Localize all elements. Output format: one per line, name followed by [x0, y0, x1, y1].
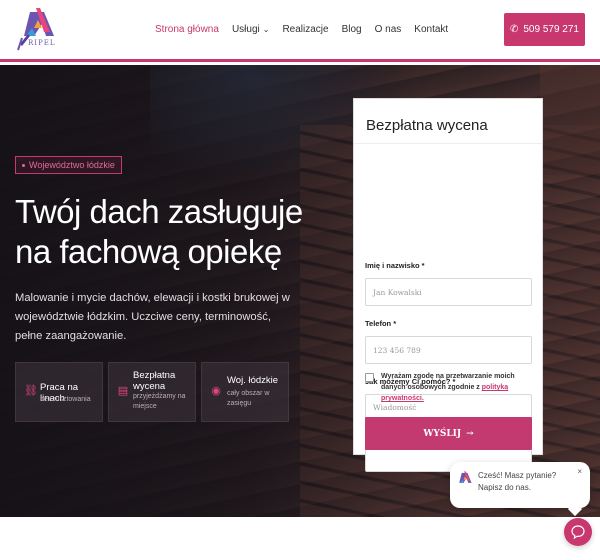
- site-header: RIPEL Strona główna Usługi ⌄ Realizacje B…: [0, 0, 600, 62]
- hero-title-line1: Twój dach zasługuje: [15, 193, 303, 230]
- name-field[interactable]: Jan Kowalski: [365, 278, 532, 306]
- nav-item-about[interactable]: O nas: [375, 24, 402, 35]
- map-pin-icon: ◉: [211, 385, 221, 397]
- badge-dot-icon: [22, 163, 25, 167]
- phone-button[interactable]: ✆ 509 579 271: [504, 13, 585, 46]
- hero-title: Twój dach zasługuje na fachową opiekę: [15, 192, 315, 272]
- nav-item-contact[interactable]: Kontakt: [414, 24, 448, 35]
- consent-checkbox[interactable]: [365, 373, 374, 382]
- submit-button[interactable]: WYŚLIJ →: [365, 417, 532, 450]
- message-placeholder: Wiadomość: [373, 403, 417, 412]
- feature-title: Bezpłatna wycena: [133, 370, 176, 392]
- nav-item-services[interactable]: Usługi ⌄: [232, 24, 270, 35]
- feature-card-estimate: ▤ Bezpłatna wycena przyjeżdżamy na miejs…: [108, 362, 196, 422]
- phone-field[interactable]: 123 456 789: [365, 336, 532, 364]
- chat-logo-icon: [459, 471, 472, 483]
- brand-logo-text: RIPEL: [28, 39, 56, 47]
- rope-icon: ⛓: [24, 385, 38, 397]
- arrow-right-icon: →: [466, 428, 474, 439]
- feature-subtitle: cały obszar w zasięgu: [227, 390, 270, 407]
- feature-subtitle: bez rusztowania: [40, 396, 91, 403]
- name-label: Imię i nazwisko *: [365, 261, 425, 270]
- phone-number: 509 579 271: [523, 24, 579, 35]
- nav-item-realizations[interactable]: Realizacje: [282, 24, 328, 35]
- phone-placeholder: 123 456 789: [373, 345, 421, 355]
- chat-icon: [571, 525, 585, 539]
- feature-card-region: ◉ Woj. łódzkie cały obszar w zasięgu: [201, 362, 289, 422]
- consent-text: Wyrażam zgodę na przetwarzanie moich dan…: [381, 371, 537, 404]
- nav-item-blog[interactable]: Blog: [342, 24, 362, 35]
- main-nav: Strona główna Usługi ⌄ Realizacje Blog O …: [155, 24, 461, 35]
- name-placeholder: Jan Kowalski: [373, 287, 422, 297]
- clipboard-icon: ▤: [117, 385, 129, 397]
- feature-subtitle: przyjeżdżamy na miejsce: [133, 393, 186, 410]
- feature-cards: ⛓ Praca na linach bez rusztowania ▤ Bezp…: [15, 362, 289, 422]
- region-badge-text: Województwo łódzkie: [29, 160, 115, 170]
- nav-item-services-label: Usługi: [231, 24, 260, 35]
- chevron-down-icon: ⌄: [262, 25, 270, 34]
- close-icon[interactable]: ×: [577, 467, 582, 476]
- form-divider: [354, 143, 542, 144]
- chat-open-button[interactable]: [564, 518, 592, 546]
- chat-bubble[interactable]: Cześć! Masz pytanie? Napisz do nas. ×: [450, 462, 590, 517]
- quote-form: Bezpłatna wycena Imię i nazwisko * Jan K…: [353, 98, 543, 472]
- hero-background-chimney: [540, 65, 600, 175]
- chat-text: Cześć! Masz pytanie? Napisz do nas.: [478, 470, 556, 494]
- feature-card-ropes: ⛓ Praca na linach bez rusztowania: [15, 362, 103, 422]
- chat-line2: Napisz do nas.: [478, 483, 531, 492]
- nav-item-home[interactable]: Strona główna: [155, 24, 219, 35]
- feature-title: Woj. łódzkie: [227, 375, 279, 386]
- hero-description: Malowanie i mycie dachów, elewacji i kos…: [15, 292, 290, 342]
- phone-label: Telefon *: [365, 319, 397, 328]
- hero-title-line2: na fachową opiekę: [15, 233, 282, 270]
- region-badge: Województwo łódzkie: [15, 156, 122, 174]
- chat-line1: Cześć! Masz pytanie?: [478, 471, 557, 480]
- submit-label: WYŚLIJ: [423, 428, 462, 439]
- form-title: Bezpłatna wycena: [366, 117, 488, 134]
- phone-icon: ✆: [509, 24, 519, 35]
